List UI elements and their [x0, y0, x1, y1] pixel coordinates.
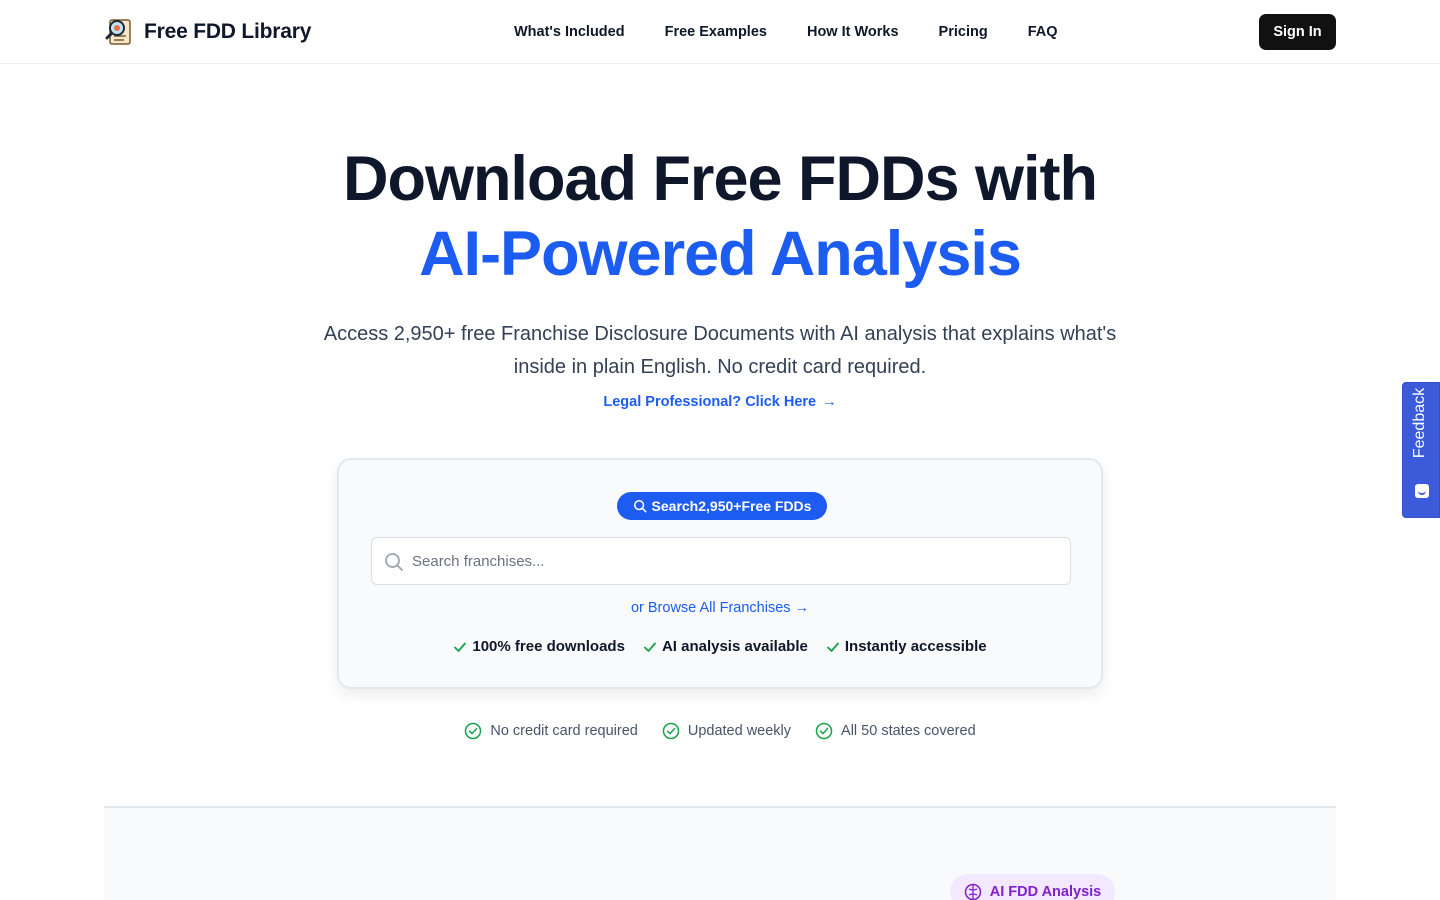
- trust-item: Updated weekly: [662, 722, 791, 740]
- trust-label: Updated weekly: [687, 723, 792, 739]
- feature-item: AI analysis available: [643, 638, 808, 655]
- hero-title: Download Free FDDs with AI-Powered Analy…: [0, 142, 1440, 292]
- ai-fdd-analysis-badge: AI FDD Analysis: [950, 874, 1115, 900]
- search-count-badge: Search2,950+Free FDDs: [617, 492, 827, 520]
- brand-name: Free FDD Library: [144, 20, 312, 43]
- check-circle-icon: [465, 722, 482, 740]
- feature-label: AI analysis available: [661, 638, 808, 655]
- check-icon: [454, 642, 467, 652]
- hero-title-line2: AI-Powered Analysis: [419, 219, 1022, 289]
- ai-badge-label: AI FDD Analysis: [989, 884, 1102, 900]
- search-icon: [633, 499, 647, 513]
- chat-icon: [1415, 484, 1429, 498]
- hero-subtitle: Access 2,950+ free Franchise Disclosure …: [323, 323, 1117, 378]
- main-nav: What's Included Free Examples How It Wor…: [494, 0, 1078, 64]
- check-circle-icon: [662, 722, 680, 740]
- legal-link-label: Legal Professional? Click Here: [603, 394, 817, 410]
- nav-how-it-works[interactable]: How It Works: [787, 0, 919, 64]
- check-icon: [644, 642, 656, 652]
- hero-title-line1: Download Free FDDs with: [342, 144, 1098, 214]
- trust-item: All 50 states covered: [815, 722, 976, 740]
- search-field: [371, 537, 1071, 585]
- nav-faq[interactable]: FAQ: [1008, 0, 1078, 64]
- brain-icon: [964, 883, 982, 900]
- browse-all-franchises-link[interactable]: or Browse All Franchises →: [339, 600, 1101, 616]
- feature-label: Instantly accessible: [844, 638, 987, 655]
- trust-label: All 50 states covered: [841, 723, 976, 739]
- search-features: 100% free downloads AI analysis availabl…: [339, 638, 1101, 655]
- search-input[interactable]: [412, 538, 1062, 584]
- site-header: Free FDD Library What's Included Free Ex…: [0, 0, 1440, 64]
- search-card: Search2,950+Free FDDs or Browse All Fran…: [337, 458, 1103, 689]
- feature-label: 100% free downloads: [472, 638, 625, 655]
- search-icon: [385, 553, 403, 571]
- feature-item: Instantly accessible: [826, 638, 987, 655]
- arrow-right-icon: →: [822, 394, 837, 410]
- check-circle-icon: [815, 722, 833, 740]
- trust-label: No credit card required: [490, 723, 638, 739]
- magnifier-document-icon: [105, 19, 131, 45]
- sign-in-button[interactable]: Sign In: [1259, 14, 1336, 50]
- feedback-label: Feedback: [1411, 387, 1428, 459]
- nav-pricing[interactable]: Pricing: [919, 0, 1008, 64]
- trust-item: No credit card required: [464, 722, 638, 740]
- feature-item: 100% free downloads: [453, 638, 625, 655]
- nav-free-examples[interactable]: Free Examples: [645, 0, 787, 64]
- feedback-tab[interactable]: Feedback: [1402, 382, 1440, 518]
- check-icon: [826, 642, 839, 652]
- brand-link[interactable]: Free FDD Library: [104, 14, 311, 50]
- nav-whats-included[interactable]: What's Included: [494, 0, 645, 64]
- search-badge-label: Search2,950+Free FDDs: [651, 498, 812, 514]
- ai-analysis-section: AI FDD Analysis: [104, 806, 1336, 900]
- trust-indicators: No credit card required Updated weekly A…: [0, 722, 1440, 740]
- legal-professional-link[interactable]: Legal Professional? Click Here →: [0, 394, 1440, 410]
